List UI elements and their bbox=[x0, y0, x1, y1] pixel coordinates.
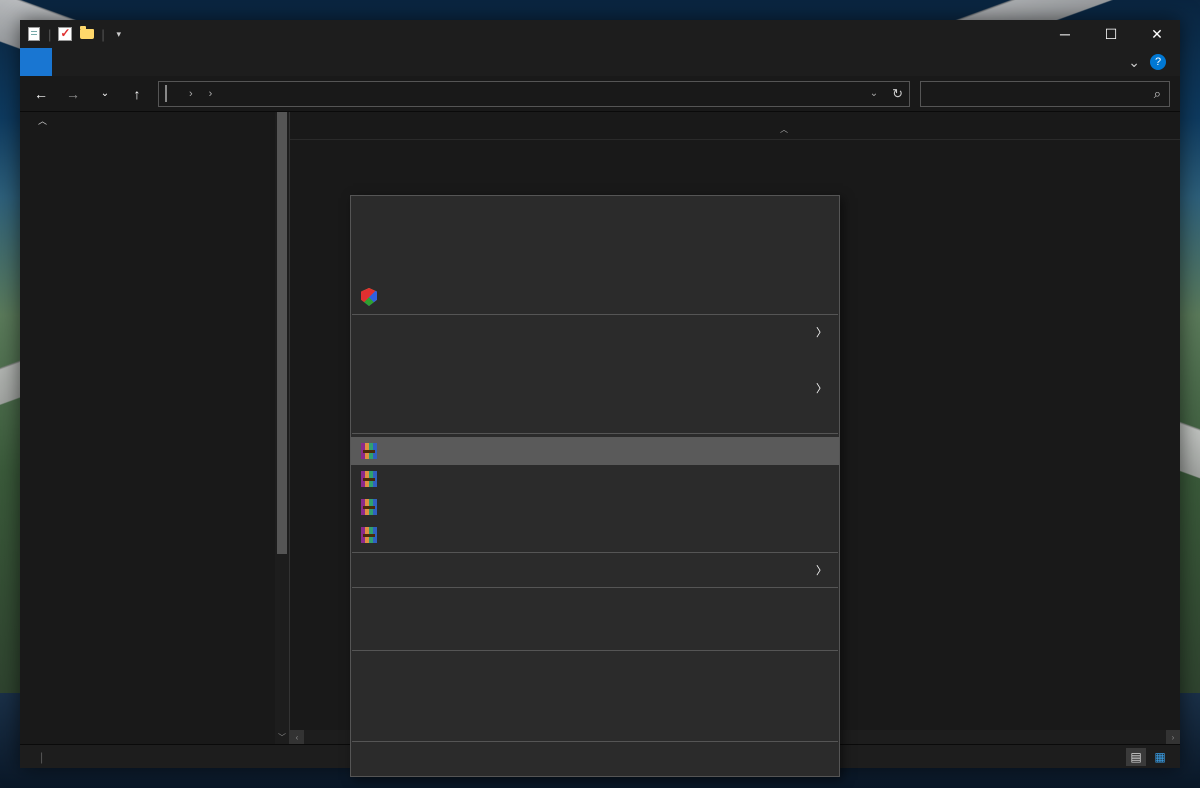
ctx-delete[interactable] bbox=[351, 682, 839, 710]
qat-dropdown-icon[interactable]: ▾ bbox=[111, 26, 127, 42]
ctx-sep bbox=[352, 314, 838, 315]
hscroll-right-icon[interactable]: › bbox=[1166, 733, 1180, 742]
refresh-icon[interactable]: ↻ bbox=[892, 86, 903, 102]
quick-access-toolbar: | | ▾ bbox=[20, 26, 133, 42]
ctx-rename[interactable] bbox=[351, 710, 839, 738]
new-folder-icon[interactable] bbox=[57, 26, 73, 42]
submenu-arrow-icon: 〉 bbox=[816, 324, 827, 340]
ctx-sep bbox=[352, 650, 838, 651]
tree-scrollbar-thumb[interactable] bbox=[277, 112, 287, 554]
defender-shield-icon bbox=[359, 287, 379, 307]
properties-icon[interactable] bbox=[26, 26, 42, 42]
ctx-open[interactable] bbox=[351, 199, 839, 227]
ctx-sep bbox=[352, 741, 838, 742]
ctx-properties[interactable] bbox=[351, 745, 839, 773]
ctx-send-to[interactable]: 〉 bbox=[351, 556, 839, 584]
ctx-sep bbox=[352, 552, 838, 553]
submenu-arrow-icon: 〉 bbox=[816, 380, 827, 396]
ctx-open-new-window[interactable] bbox=[351, 227, 839, 255]
ctx-archive-email[interactable] bbox=[351, 493, 839, 521]
search-box[interactable]: ⌕ bbox=[920, 81, 1170, 107]
recent-dropdown[interactable]: ⌄ bbox=[94, 82, 116, 106]
winrar-icon bbox=[359, 441, 379, 461]
nav-bar: ← → ⌄ ↑ › › ⌄ ↻ ⌕ bbox=[20, 76, 1180, 112]
ctx-pin-start[interactable] bbox=[351, 402, 839, 430]
address-bar[interactable]: › › ⌄ ↻ bbox=[158, 81, 910, 107]
ctx-copy[interactable] bbox=[351, 619, 839, 647]
search-icon: ⌕ bbox=[1154, 86, 1161, 102]
close-button[interactable]: ✕ bbox=[1134, 20, 1180, 48]
up-button[interactable]: ↑ bbox=[126, 82, 148, 106]
maximize-button[interactable]: ☐ bbox=[1088, 20, 1134, 48]
winrar-icon bbox=[359, 469, 379, 489]
ctx-create-shortcut[interactable] bbox=[351, 654, 839, 682]
column-headers: ︿ bbox=[290, 112, 1180, 140]
ctx-sep bbox=[352, 587, 838, 588]
sort-asc-icon: ︿ bbox=[780, 124, 788, 135]
back-button[interactable]: ← bbox=[30, 82, 52, 106]
share-tab[interactable] bbox=[84, 48, 116, 76]
ctx-archive-rar-email[interactable] bbox=[351, 521, 839, 549]
context-menu: 〉 〉 〉 bbox=[350, 195, 840, 777]
address-dropdown-icon[interactable]: ⌄ bbox=[870, 88, 878, 99]
help-icon[interactable]: ? bbox=[1150, 54, 1166, 70]
tree-scroll-down-icon[interactable]: ﹀ bbox=[275, 730, 289, 744]
icons-view-button[interactable]: ▦ bbox=[1150, 748, 1170, 766]
nav-tree: ︿ ﹀ bbox=[20, 112, 290, 744]
breadcrumb-sep: › bbox=[189, 88, 193, 100]
ctx-defender-scan[interactable] bbox=[351, 283, 839, 311]
ctx-share-access[interactable]: 〉 bbox=[351, 318, 839, 346]
winrar-icon bbox=[359, 525, 379, 545]
minimize-button[interactable]: ─ bbox=[1042, 20, 1088, 48]
folder-icon[interactable] bbox=[79, 26, 95, 42]
titlebar: | | ▾ ─ ☐ ✕ bbox=[20, 20, 1180, 48]
expand-ribbon-icon[interactable]: ⌄ bbox=[1128, 54, 1140, 71]
ctx-pin-quick-access[interactable] bbox=[351, 255, 839, 283]
qat-sep: | bbox=[101, 27, 104, 42]
ctx-add-archive-rar[interactable] bbox=[351, 465, 839, 493]
tree-scrollbar[interactable]: ﹀ bbox=[275, 112, 289, 744]
ctx-add-library[interactable]: 〉 bbox=[351, 374, 839, 402]
submenu-arrow-icon: 〉 bbox=[816, 562, 827, 578]
view-tab[interactable] bbox=[116, 48, 148, 76]
hscroll-left-icon[interactable]: ‹ bbox=[290, 733, 304, 742]
home-tab[interactable] bbox=[52, 48, 84, 76]
ctx-sep bbox=[352, 433, 838, 434]
qat-sep: | bbox=[48, 27, 51, 42]
window-controls: ─ ☐ ✕ bbox=[1042, 20, 1180, 48]
ctx-restore-version[interactable] bbox=[351, 346, 839, 374]
file-tab[interactable] bbox=[20, 48, 52, 76]
forward-button[interactable]: → bbox=[62, 82, 84, 106]
tree-scroll-up-icon[interactable]: ︿ bbox=[38, 114, 47, 127]
ribbon: ⌄ ? bbox=[20, 48, 1180, 76]
status-sep: | bbox=[40, 750, 43, 764]
breadcrumb-sep: › bbox=[209, 88, 213, 100]
location-icon bbox=[165, 86, 181, 102]
ctx-cut[interactable] bbox=[351, 591, 839, 619]
winrar-icon bbox=[359, 497, 379, 517]
details-view-button[interactable]: ▤ bbox=[1126, 748, 1146, 766]
ctx-add-archive[interactable] bbox=[351, 437, 839, 465]
